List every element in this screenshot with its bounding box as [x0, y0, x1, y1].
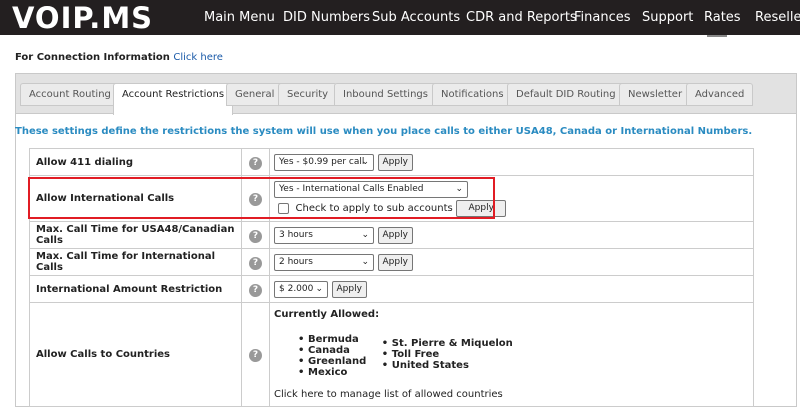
tab-general[interactable]: General	[226, 83, 284, 106]
nav-support[interactable]: Support	[642, 0, 693, 35]
nav-did-numbers[interactable]: DID Numbers	[283, 0, 370, 35]
help-icon[interactable]: ?	[249, 193, 262, 206]
row-international-calls: Allow International Calls ? Yes - Intern…	[29, 175, 754, 222]
list-item: Canada	[296, 345, 366, 356]
nav-main-menu[interactable]: Main Menu	[204, 0, 275, 35]
tab-advanced[interactable]: Advanced	[686, 83, 754, 106]
nav-rates[interactable]: Rates	[704, 0, 741, 35]
logo-text: VOIP.MS	[12, 3, 153, 31]
allow-411-apply-button[interactable]: Apply	[377, 153, 413, 171]
chevron-down-icon: ⌄	[361, 156, 369, 167]
tab-default-did-routing[interactable]: Default DID Routing	[507, 83, 625, 106]
manage-countries-link[interactable]: Click here to manage list of allowed cou…	[274, 389, 753, 400]
chevron-down-icon: ⌄	[455, 183, 463, 194]
chevron-down-icon: ⌄	[315, 283, 323, 294]
amount-apply-button[interactable]: Apply	[331, 280, 367, 298]
help-icon[interactable]: ?	[249, 349, 262, 362]
list-item: Mexico	[296, 367, 366, 378]
allow-411-select[interactable]: Yes - $0.99 per call ⌄	[274, 153, 374, 171]
max-usa-label: Max. Call Time for USA48/Canadian Calls	[29, 221, 242, 249]
list-item: St. Pierre & Miquelon	[380, 338, 513, 349]
connection-info: For Connection Information Click here	[15, 52, 223, 63]
amount-select[interactable]: $ 2.000 ⌄	[274, 280, 328, 298]
countries-list-2: St. Pierre & Miquelon Toll Free United S…	[380, 338, 513, 371]
help-icon[interactable]: ?	[249, 229, 262, 243]
help-icon[interactable]: ?	[249, 283, 262, 297]
nav-hover-indicator	[707, 35, 727, 37]
nav-cdr-reports[interactable]: CDR and Reports	[466, 0, 577, 35]
sub-accounts-label: Check to apply to sub accounts	[295, 202, 453, 214]
sub-accounts-checkbox[interactable]	[278, 202, 289, 214]
max-intl-apply-button[interactable]: Apply	[377, 253, 413, 271]
help-icon[interactable]: ?	[249, 156, 262, 170]
international-select[interactable]: Yes - International Calls Enabled ⌄	[274, 180, 468, 198]
list-item: Bermuda	[296, 334, 366, 345]
nav-reseller[interactable]: Reseller	[755, 0, 800, 35]
connection-link[interactable]: Click here	[173, 52, 223, 63]
allow-411-label: Allow 411 dialing	[29, 148, 242, 176]
tab-strip: Account Routing Account Restrictions Gen…	[16, 74, 796, 115]
row-allow-411: Allow 411 dialing ? Yes - $0.99 per call…	[29, 148, 754, 176]
max-usa-select[interactable]: 3 hours ⌄	[274, 226, 374, 244]
chevron-down-icon: ⌄	[361, 256, 369, 267]
row-allowed-countries: Allow Calls to Countries ? Currently All…	[29, 302, 754, 407]
help-icon[interactable]: ?	[249, 256, 262, 270]
row-max-usa: Max. Call Time for USA48/Canadian Calls …	[29, 221, 754, 249]
restrictions-table: Allow 411 dialing ? Yes - $0.99 per call…	[29, 148, 754, 407]
row-amount-restriction: International Amount Restriction ? $ 2.0…	[29, 275, 754, 303]
list-item: Toll Free	[380, 349, 513, 360]
international-apply-button[interactable]: Apply	[456, 199, 507, 217]
list-item: Greenland	[296, 356, 366, 367]
nav-sub-accounts[interactable]: Sub Accounts	[372, 0, 460, 35]
tab-notifications[interactable]: Notifications	[432, 83, 513, 106]
row-max-intl: Max. Call Time for International Calls ?…	[29, 248, 754, 276]
chevron-down-icon: ⌄	[361, 229, 369, 240]
countries-list-1: Bermuda Canada Greenland Mexico	[296, 334, 366, 378]
voipms-logo-graphic: VOIP.MS	[12, 3, 153, 31]
countries-label: Allow Calls to Countries	[29, 302, 242, 407]
top-navigation: VOIP.MS Main Menu DID Numbers Sub Accoun…	[0, 0, 800, 35]
nav-finances[interactable]: Finances	[574, 0, 631, 35]
tab-newsletter[interactable]: Newsletter	[619, 83, 692, 106]
international-label: Allow International Calls	[29, 175, 242, 222]
amount-label: International Amount Restriction	[29, 275, 242, 303]
tab-inbound-settings[interactable]: Inbound Settings	[334, 83, 437, 106]
voipms-logo[interactable]: VOIP.MS	[12, 3, 180, 31]
max-intl-label: Max. Call Time for International Calls	[29, 248, 242, 276]
currently-allowed-title: Currently Allowed:	[274, 309, 380, 320]
max-usa-apply-button[interactable]: Apply	[377, 226, 413, 244]
connection-label: For Connection Information	[15, 52, 170, 63]
tab-account-routing[interactable]: Account Routing	[20, 83, 120, 106]
tab-security[interactable]: Security	[278, 83, 338, 106]
max-intl-select[interactable]: 2 hours ⌄	[274, 253, 374, 271]
tab-account-restrictions[interactable]: Account Restrictions	[113, 83, 234, 115]
list-item: United States	[380, 360, 513, 371]
restrictions-intro: These settings define the restrictions t…	[15, 126, 753, 137]
